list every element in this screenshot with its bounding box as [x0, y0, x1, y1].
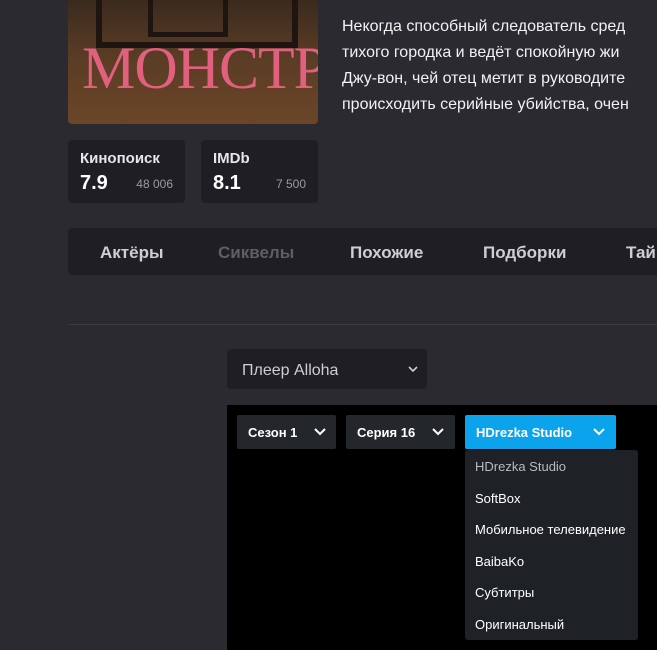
rating-value: 7.9 [80, 172, 108, 194]
divider [68, 324, 657, 325]
player-select-label: Плеер Alloha [242, 362, 339, 379]
description-line: Некогда способный следователь сред [342, 18, 626, 35]
chevron-down-icon [312, 424, 328, 445]
rating-value: 8.1 [213, 172, 241, 194]
poster-title: МОНСТР [82, 35, 318, 101]
voice-option[interactable]: BaibaKo [475, 554, 524, 569]
voice-select[interactable]: HDrezka Studio [465, 415, 616, 449]
player-select[interactable]: Плеер Alloha [227, 349, 427, 389]
tab-sequels[interactable]: Сиквелы [218, 243, 294, 263]
description-line: происходить серийные убийства, очен [342, 96, 629, 113]
description-line: тихого городка и ведёт спокойную жи [342, 44, 620, 61]
episode-label: Серия 16 [357, 425, 416, 440]
voice-option[interactable]: Мобильное телевидение [475, 522, 626, 537]
voice-option[interactable]: HDrezka Studio [475, 459, 566, 474]
voice-dropdown: HDrezka Studio SoftBox Мобильное телевид… [465, 450, 638, 640]
poster-decoration [148, 0, 228, 37]
rating-imdb: IMDb 8.1 7 500 [201, 140, 318, 203]
tab-bar: Актёры Сиквелы Похожие Подборки Тайм [68, 228, 657, 275]
voice-option[interactable]: SoftBox [475, 491, 521, 506]
tab-similar[interactable]: Похожие [350, 243, 423, 263]
rating-count: 48 006 [136, 177, 173, 191]
voice-label: HDrezka Studio [476, 425, 573, 440]
tab-timecodes[interactable]: Тайм [626, 243, 657, 263]
poster-image: МОНСТР [68, 0, 318, 124]
season-label: Сезон 1 [248, 425, 298, 440]
tab-collections[interactable]: Подборки [483, 243, 566, 263]
video-player[interactable]: Сезон 1 Серия 16 HDrezka Studio HDrezka … [227, 405, 657, 650]
episode-select[interactable]: Серия 16 [346, 415, 455, 449]
rating-name: Кинопоиск [80, 150, 160, 167]
description: Некогда способный следователь сред тихог… [342, 14, 657, 118]
season-select[interactable]: Сезон 1 [237, 415, 336, 449]
chevron-down-icon [430, 424, 446, 445]
rating-name: IMDb [213, 150, 250, 167]
chevron-down-icon [403, 359, 423, 384]
chevron-down-icon [591, 424, 607, 445]
rating-kinopoisk: Кинопоиск 7.9 48 006 [68, 140, 185, 203]
voice-option[interactable]: Субтитры [475, 585, 534, 600]
description-line: Джу-вон, чей отец метит в руководите [342, 70, 626, 87]
voice-option[interactable]: Оригинальный [475, 617, 564, 632]
rating-count: 7 500 [275, 177, 306, 191]
tab-actors[interactable]: Актёры [100, 243, 163, 263]
